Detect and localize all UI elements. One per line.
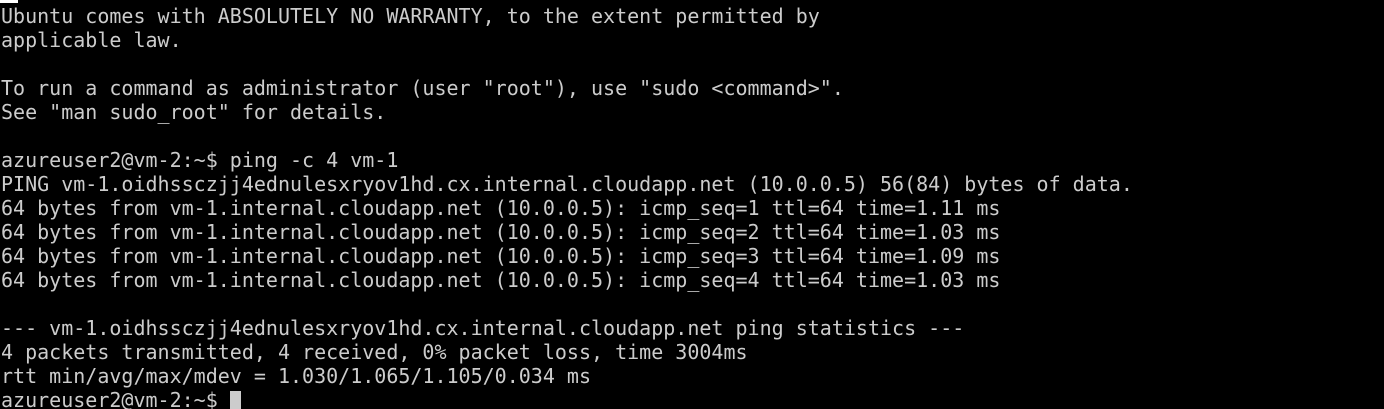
shell-prompt: azureuser2@vm-2:~$ [1,388,230,409]
output-line: 64 bytes from vm-1.internal.cloudapp.net… [1,220,1001,244]
output-line: 64 bytes from vm-1.internal.cloudapp.net… [1,244,1001,268]
text-cursor [229,391,241,409]
output-line: Ubuntu comes with ABSOLUTELY NO WARRANTY… [1,4,820,28]
output-line: To run a command as administrator (user … [1,76,844,100]
command-line: azureuser2@vm-2:~$ ping -c 4 vm-1 [1,148,399,172]
output-line: 64 bytes from vm-1.internal.cloudapp.net… [1,268,1001,292]
top-marker [0,0,18,3]
output-line: 64 bytes from vm-1.internal.cloudapp.net… [1,196,1001,220]
output-line: PING vm-1.oidhssczjj4ednulesxryov1hd.cx.… [1,172,1133,196]
output-line: rtt min/avg/max/mdev = 1.030/1.065/1.105… [1,364,592,388]
prompt-line[interactable]: azureuser2@vm-2:~$ [0,388,1384,409]
output-line: See "man sudo_root" for details. [1,100,387,124]
output-line: 4 packets transmitted, 4 received, 0% pa… [1,340,748,364]
output-line: applicable law. [1,28,182,52]
output-line: --- vm-1.oidhssczjj4ednulesxryov1hd.cx.i… [1,316,965,340]
terminal-window[interactable]: Ubuntu comes with ABSOLUTELY NO WARRANTY… [0,0,1384,409]
